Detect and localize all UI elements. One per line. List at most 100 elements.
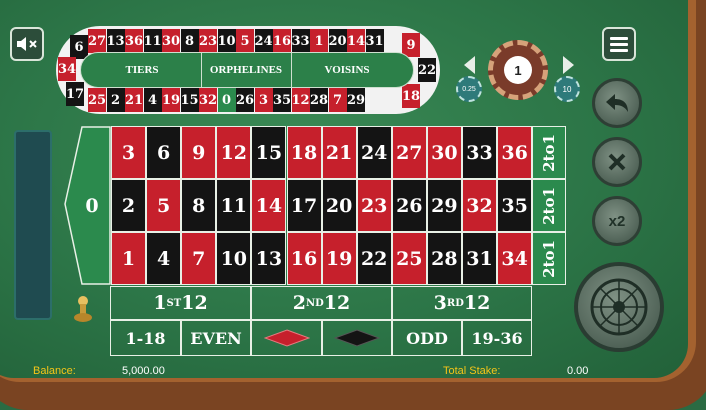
number-cell[interactable]: 32 [462,179,497,232]
number-cell[interactable]: 23 [356,179,392,232]
racetrack-number[interactable]: 4 [143,88,162,112]
number-cell[interactable]: 27 [391,126,427,179]
chevron-right-icon[interactable] [563,56,574,74]
racetrack-number[interactable]: 13 [106,29,125,53]
racetrack-number[interactable]: 34 [58,57,76,81]
racetrack-number[interactable]: 27 [88,29,106,53]
racetrack-number[interactable]: 10 [217,29,236,53]
racetrack-number[interactable]: 1 [310,29,328,53]
racetrack-number[interactable]: 18 [402,84,420,108]
number-cell[interactable]: 9 [181,126,217,179]
clear-button[interactable] [592,137,642,187]
racetrack-number[interactable]: 21 [125,88,143,112]
number-cell[interactable]: 12 [216,126,252,179]
number-cell[interactable]: 18 [286,126,322,179]
number-cell[interactable]: 21 [321,126,357,179]
racetrack-number[interactable]: 17 [66,82,84,106]
column-bet-2[interactable]: 2to1 [532,179,566,232]
racetrack-tiers[interactable]: TIERS [100,58,184,82]
number-cell[interactable]: 3 [111,126,146,179]
racetrack-number[interactable]: 32 [199,88,217,112]
racetrack-number[interactable]: 16 [273,29,291,53]
number-cell[interactable]: 34 [497,232,533,285]
number-cell[interactable]: 11 [216,179,252,232]
zero-cell[interactable]: 0 [64,126,112,286]
racetrack-voisins[interactable]: VOISINS [292,58,402,82]
column-bet-3[interactable]: 2to1 [532,232,566,285]
bet-1-18[interactable]: 1-18 [110,320,181,356]
number-cell[interactable]: 2 [111,179,146,232]
number-cell[interactable]: 17 [286,179,322,232]
bet-odd[interactable]: ODD [392,320,462,356]
racetrack-number[interactable]: 19 [162,88,180,112]
spin-button[interactable] [574,262,664,352]
racetrack-number[interactable]: 26 [236,88,254,112]
dozen-2[interactable]: 2 ND 12 [251,286,392,320]
racetrack-number[interactable]: 0 [217,88,236,112]
bet-black[interactable] [322,320,392,356]
racetrack-number[interactable]: 12 [291,88,310,112]
number-cell[interactable]: 25 [391,232,427,285]
racetrack-orphelines[interactable]: ORPHELINES [202,58,290,82]
number-cell[interactable]: 28 [426,232,462,285]
column-bet-1[interactable]: 2to1 [532,126,566,179]
number-cell[interactable]: 36 [497,126,533,179]
racetrack-number[interactable]: 3 [254,88,273,112]
number-cell[interactable]: 6 [146,126,182,179]
racetrack-number[interactable]: 30 [162,29,180,53]
number-cell[interactable]: 33 [462,126,497,179]
racetrack-number[interactable]: 33 [291,29,310,53]
racetrack-number[interactable]: 29 [347,88,365,112]
dozen-3[interactable]: 3 RD 12 [392,286,532,320]
racetrack-number[interactable]: 15 [180,88,199,112]
chip-selected[interactable]: 1 [488,40,548,100]
number-cell[interactable]: 35 [497,179,533,232]
number-cell[interactable]: 10 [216,232,252,285]
racetrack-number[interactable]: 36 [125,29,143,53]
number-cell[interactable]: 22 [356,232,392,285]
racetrack-number[interactable]: 20 [328,29,347,53]
racetrack-number[interactable]: 14 [347,29,365,53]
balance-label: Balance: [33,365,76,377]
dozen-1[interactable]: 1 ST 12 [110,286,251,320]
number-cell[interactable]: 26 [391,179,427,232]
chip-small-right[interactable]: 10 [554,76,580,102]
number-cell[interactable]: 15 [251,126,287,179]
racetrack-number[interactable]: 31 [365,29,384,53]
racetrack-number[interactable]: 35 [273,88,291,112]
number-cell[interactable]: 24 [356,126,392,179]
number-cell[interactable]: 7 [181,232,217,285]
number-cell[interactable]: 5 [146,179,182,232]
racetrack-number[interactable]: 25 [88,88,106,112]
number-cell[interactable]: 16 [286,232,322,285]
racetrack-number[interactable]: 28 [310,88,328,112]
racetrack-number[interactable]: 11 [143,29,162,53]
racetrack-number[interactable]: 23 [199,29,217,53]
dozen-1-num: 1 [153,292,167,314]
bet-19-36[interactable]: 19-36 [462,320,532,356]
racetrack-number[interactable]: 24 [254,29,273,53]
chip-small-left[interactable]: 0.25 [456,76,482,102]
racetrack-number[interactable]: 8 [180,29,199,53]
number-cell[interactable]: 19 [321,232,357,285]
bet-red[interactable] [251,320,322,356]
number-cell[interactable]: 29 [426,179,462,232]
double-button[interactable]: x2 [592,196,642,246]
bet-even[interactable]: EVEN [181,320,251,356]
number-cell[interactable]: 30 [426,126,462,179]
racetrack-number[interactable]: 2 [106,88,125,112]
racetrack-number[interactable]: 22 [418,58,436,82]
undo-button[interactable] [592,78,642,128]
column-bet-1-label: 2to1 [540,133,558,172]
number-cell[interactable]: 20 [321,179,357,232]
number-cell[interactable]: 14 [251,179,287,232]
racetrack-number[interactable]: 7 [328,88,347,112]
total-stake-label: Total Stake: [443,365,501,377]
racetrack-number[interactable]: 5 [236,29,254,53]
number-cell[interactable]: 8 [181,179,217,232]
number-cell[interactable]: 13 [251,232,287,285]
number-cell[interactable]: 4 [146,232,182,285]
number-cell[interactable]: 1 [111,232,146,285]
number-cell[interactable]: 31 [462,232,497,285]
chevron-left-icon[interactable] [464,56,475,74]
